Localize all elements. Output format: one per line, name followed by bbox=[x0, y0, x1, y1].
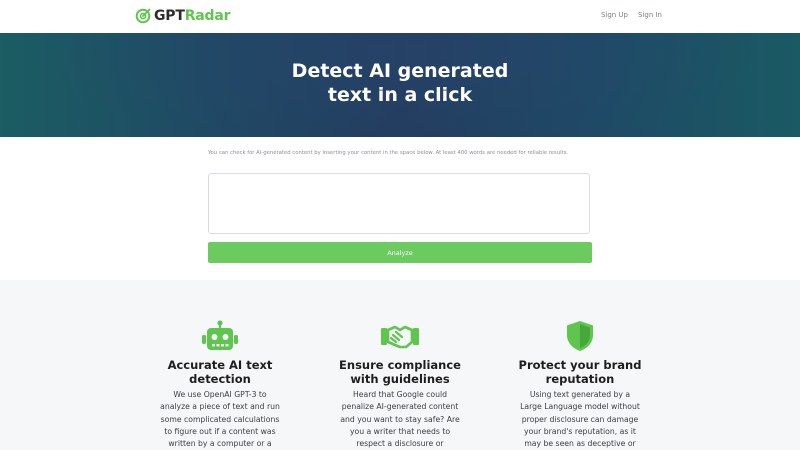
brand-name-part1: GPT bbox=[154, 8, 185, 24]
checker-section: You can check for AI-generated content b… bbox=[0, 137, 800, 280]
brand-name-part2: Radar bbox=[184, 8, 231, 24]
features-section: Accurate AI text detection We use OpenAI… bbox=[0, 280, 800, 450]
feature-title: Protect your brand reputation bbox=[518, 358, 642, 386]
nav-links: Sign Up Sign In bbox=[601, 11, 662, 19]
feature-title: Accurate AI text detection bbox=[167, 358, 273, 386]
feature-compliance: Ensure compliance with guidelines Heard … bbox=[335, 320, 465, 450]
content-textarea[interactable] bbox=[208, 173, 590, 234]
handshake-icon bbox=[381, 325, 419, 349]
feature-accurate-detection: Accurate AI text detection We use OpenAI… bbox=[155, 320, 285, 450]
analyze-button[interactable]: Analyze bbox=[208, 242, 592, 263]
hero-banner: Detect AI generated text in a click bbox=[0, 33, 800, 137]
sign-up-link[interactable]: Sign Up bbox=[601, 11, 628, 19]
radar-icon bbox=[135, 8, 151, 24]
feature-brand-protection: Protect your brand reputation Using text… bbox=[515, 320, 645, 450]
feature-body: Heard that Google could penalize AI-gene… bbox=[340, 390, 460, 449]
feature-title: Ensure compliance with guidelines bbox=[339, 358, 461, 386]
sign-in-link[interactable]: Sign In bbox=[638, 11, 662, 19]
hero-title: Detect AI generated text in a click bbox=[291, 60, 509, 106]
robot-icon bbox=[202, 320, 238, 350]
top-navbar: GPTRadar Sign Up Sign In bbox=[0, 0, 800, 33]
feature-body: Using text generated by a Large Language… bbox=[520, 390, 640, 449]
brand-logo[interactable]: GPTRadar bbox=[135, 6, 231, 26]
shield-icon bbox=[567, 321, 593, 351]
brand-name: GPTRadar bbox=[154, 8, 231, 24]
feature-body: We use OpenAI GPT-3 to analyze a piece o… bbox=[160, 390, 280, 449]
checker-hint: You can check for AI-generated content b… bbox=[208, 150, 569, 156]
